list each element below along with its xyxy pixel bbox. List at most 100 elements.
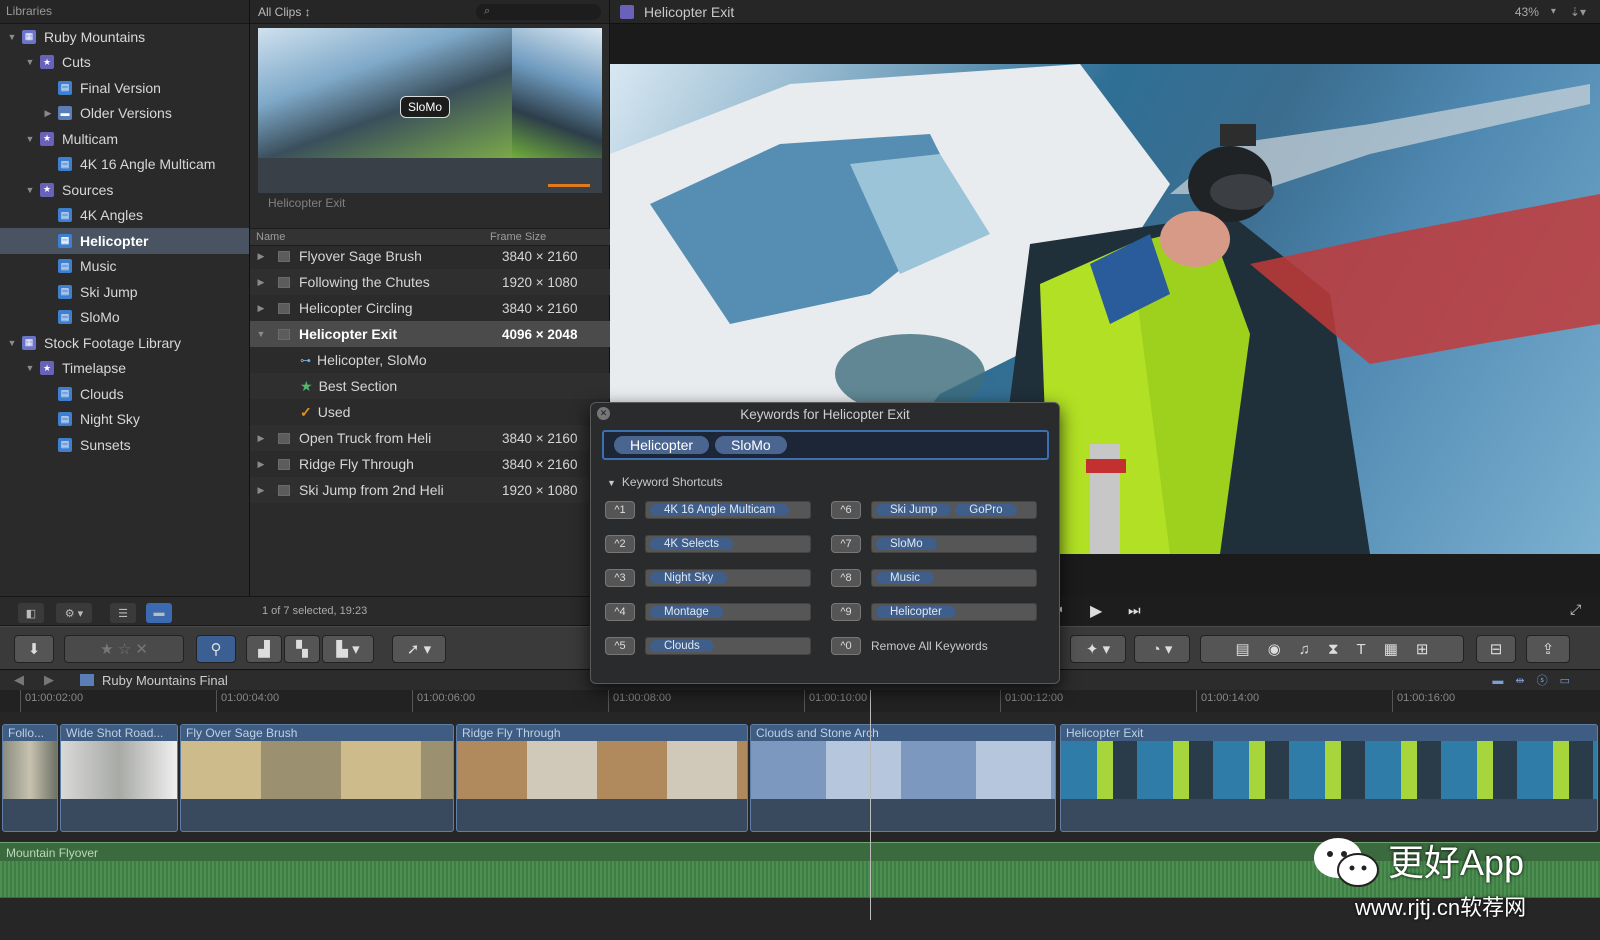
disclosure-open-icon[interactable]: ▼	[250, 329, 272, 339]
library-item[interactable]: ▤ Ski Jump	[0, 279, 249, 305]
remove-all-keywords-button[interactable]: Remove All Keywords	[871, 639, 988, 653]
browser-search-field[interactable]: ⌕	[476, 3, 601, 20]
library-item[interactable]: ▤ Helicopter	[0, 228, 249, 254]
disclosure-open-icon[interactable]: ▼	[24, 363, 36, 373]
media-browser-buttons[interactable]: ▤◉♫⧗T▦⊞	[1200, 635, 1464, 663]
shortcut-key-ctrl-6[interactable]: ^6	[831, 501, 861, 519]
select-tool-button[interactable]: ➚ ▾	[392, 635, 446, 663]
keyword-token[interactable]: Helicopter	[614, 436, 710, 454]
library-item[interactable]: ▼ ▦ Stock Footage Library	[0, 330, 249, 356]
col-frame-size-header[interactable]: Frame Size	[490, 231, 546, 243]
clip-row[interactable]: ▶ Ski Jump from 2nd Heli 1920 × 1080	[250, 477, 610, 503]
timeline-zoom-icons[interactable]: ▬⇹ⓢ▭	[1492, 672, 1582, 688]
playhead[interactable]	[870, 690, 871, 920]
shortcut-key-ctrl-3[interactable]: ^3	[605, 569, 635, 587]
skip-forward-icon[interactable]: ⏭	[1128, 602, 1141, 619]
disclosure-closed-icon[interactable]: ▶	[250, 433, 272, 444]
clip-metadata-row[interactable]: ✓ Used	[250, 399, 610, 425]
connect-clip-button[interactable]: ▟	[246, 635, 282, 663]
disclosure-open-icon[interactable]: ▼	[24, 57, 36, 67]
col-name-header[interactable]: Name	[256, 231, 285, 243]
clip-filter-dropdown[interactable]: All Clips ↕	[258, 5, 311, 19]
clip-metadata-row[interactable]: ★ Best Section	[250, 373, 610, 399]
shortcut-key-ctrl-1[interactable]: ^1	[605, 501, 635, 519]
shortcut-keyword-field[interactable]: Clouds	[645, 637, 811, 655]
disclosure-open-icon[interactable]: ▼	[24, 134, 36, 144]
library-item[interactable]: ▤ Final Version	[0, 75, 249, 101]
disclosure-closed-icon[interactable]: ▶	[250, 251, 272, 262]
list-view-button[interactable]: ☰	[110, 603, 136, 623]
view-options-icon[interactable]: ⇣▾	[1570, 5, 1586, 19]
keyword-shortcuts-heading[interactable]: ▼ Keyword Shortcuts	[607, 475, 723, 489]
clip-row[interactable]: ▶ Following the Chutes 1920 × 1080	[250, 269, 610, 295]
timeline-clip[interactable]: Wide Shot Road...	[60, 724, 178, 832]
chevron-down-icon[interactable]: ▾	[1551, 6, 1556, 17]
shortcut-keyword-field[interactable]: 4K Selects	[645, 535, 811, 553]
forward-arrow-icon[interactable]: ▶	[44, 672, 54, 688]
shortcut-key-ctrl-7[interactable]: ^7	[831, 535, 861, 553]
shortcut-keyword-field[interactable]: Music	[871, 569, 1037, 587]
library-item[interactable]: ▼ ★ Multicam	[0, 126, 249, 152]
shortcut-key-ctrl-2[interactable]: ^2	[605, 535, 635, 553]
keyword-token[interactable]: SloMo	[715, 436, 787, 454]
disclosure-open-icon[interactable]: ▼	[6, 32, 18, 42]
shortcut-keyword-field[interactable]: SloMo	[871, 535, 1037, 553]
disclosure-closed-icon[interactable]: ▶	[250, 303, 272, 314]
clip-row[interactable]: ▶ Helicopter Circling 3840 × 2160	[250, 295, 610, 321]
disclosure-open-icon[interactable]: ▼	[24, 185, 36, 195]
close-icon[interactable]: ✕	[597, 407, 610, 420]
retime-button[interactable]: ◔ ▾	[1134, 635, 1190, 663]
rating-buttons[interactable]: ★ ☆ ✕	[64, 635, 184, 663]
library-item[interactable]: ▶ ▬ Older Versions	[0, 101, 249, 127]
insert-clip-button[interactable]: ▚	[284, 635, 320, 663]
keyword-editor-button[interactable]: ⚲	[196, 635, 236, 663]
shortcut-keyword-field[interactable]: Helicopter	[871, 603, 1037, 621]
shortcut-keyword-field[interactable]: 4K 16 Angle Multicam	[645, 501, 811, 519]
shortcut-key-ctrl-9[interactable]: ^9	[831, 603, 861, 621]
timeline-clip[interactable]: Fly Over Sage Brush	[180, 724, 454, 832]
disclosure-closed-icon[interactable]: ▶	[42, 108, 54, 119]
back-arrow-icon[interactable]: ◀	[14, 672, 24, 688]
filmstrip-view-button[interactable]: ▬	[146, 603, 172, 623]
shortcut-key-ctrl-0[interactable]: ^0	[831, 637, 861, 655]
shortcut-key-ctrl-5[interactable]: ^5	[605, 637, 635, 655]
disclosure-open-icon[interactable]: ▼	[6, 338, 18, 348]
share-button[interactable]: ⇪	[1526, 635, 1570, 663]
shortcut-keyword-field[interactable]: Night Sky	[645, 569, 811, 587]
library-item[interactable]: ▤ Music	[0, 254, 249, 280]
shortcut-keyword-field[interactable]: Ski Jump GoPro	[871, 501, 1037, 519]
clip-row[interactable]: ▶ Open Truck from Heli 3840 × 2160	[250, 425, 610, 451]
append-clip-button[interactable]: ▙ ▾	[322, 635, 374, 663]
library-item[interactable]: ▤ SloMo	[0, 305, 249, 331]
library-item[interactable]: ▤ Night Sky	[0, 407, 249, 433]
clip-metadata-row[interactable]: ⊶ Helicopter, SloMo	[250, 347, 610, 373]
fullscreen-icon[interactable]: ⤢	[1570, 601, 1581, 618]
library-item[interactable]: ▤ 4K 16 Angle Multicam	[0, 152, 249, 178]
clip-row[interactable]: ▶ Ridge Fly Through 3840 × 2160	[250, 451, 610, 477]
import-button[interactable]: ⬇	[14, 635, 54, 663]
enhance-button[interactable]: ✦ ▾	[1070, 635, 1126, 663]
disclosure-closed-icon[interactable]: ▶	[250, 485, 272, 496]
filmstrip[interactable]: SloMo	[258, 28, 602, 193]
timeline-clip[interactable]: Helicopter Exit	[1060, 724, 1598, 832]
library-item[interactable]: ▤ 4K Angles	[0, 203, 249, 229]
timeline-clip[interactable]: Ridge Fly Through	[456, 724, 748, 832]
library-item[interactable]: ▼ ★ Cuts	[0, 50, 249, 76]
inspector-button[interactable]: ⊟	[1476, 635, 1516, 663]
timeline-clip[interactable]: Follo...	[2, 724, 58, 832]
library-item[interactable]: ▤ Clouds	[0, 381, 249, 407]
shortcut-key-ctrl-8[interactable]: ^8	[831, 569, 861, 587]
play-icon[interactable]: ▶	[1090, 601, 1102, 621]
show-libraries-button[interactable]: ◧	[18, 603, 44, 623]
gear-icon[interactable]: ⚙ ▾	[56, 603, 92, 623]
disclosure-closed-icon[interactable]: ▶	[250, 277, 272, 288]
shortcut-keyword-field[interactable]: Montage	[645, 603, 811, 621]
library-item[interactable]: ▤ Sunsets	[0, 432, 249, 458]
library-item[interactable]: ▼ ★ Timelapse	[0, 356, 249, 382]
zoom-level-dropdown[interactable]: 43%	[1515, 5, 1539, 19]
library-item[interactable]: ▼ ▦ Ruby Mountains	[0, 24, 249, 50]
timeline-clip[interactable]: Clouds and Stone Arch	[750, 724, 1056, 832]
timeline-ruler[interactable]: 01:00:02:00 01:00:04:00 01:00:06:00 01:00:0…	[0, 690, 1600, 712]
keyword-token-field[interactable]: Helicopter SloMo	[602, 430, 1049, 460]
shortcut-key-ctrl-4[interactable]: ^4	[605, 603, 635, 621]
